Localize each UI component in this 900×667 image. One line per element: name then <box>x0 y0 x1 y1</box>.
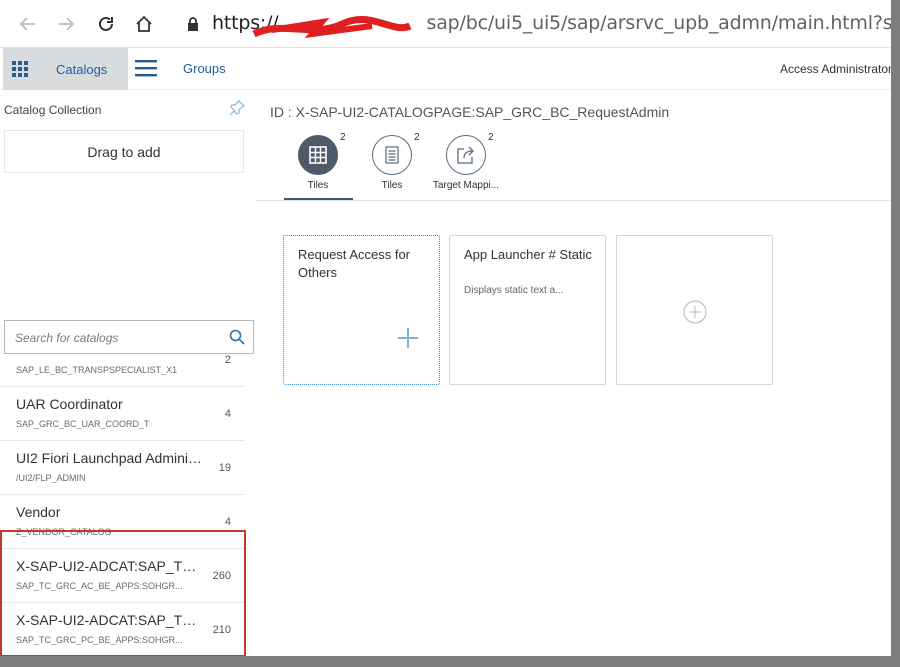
catalog-list-item[interactable]: UAR Coordinator SAP_GRC_BC_UAR_COORD_T 4 <box>0 387 245 441</box>
catalogs-label: Catalogs <box>56 61 108 77</box>
catalog-count: 19 <box>218 462 231 474</box>
list-icon <box>372 135 412 175</box>
share-icon <box>446 135 486 175</box>
add-icon <box>398 328 418 348</box>
catalog-id: SAP_LE_BC_TRANSPSPECIALIST_X1 <box>16 365 178 375</box>
back-arrow-icon[interactable] <box>14 10 42 38</box>
catalog-count: 4 <box>224 408 231 420</box>
tab-tiles-list[interactable]: 2 Tiles <box>354 132 430 202</box>
catalog-list-item[interactable]: Vendor Z_VENDOR_CATALOG 4 <box>0 495 245 549</box>
groups-button[interactable]: Groups <box>183 61 226 76</box>
redaction-scribble <box>252 16 412 38</box>
lock-icon <box>188 17 198 31</box>
plus-circle-icon <box>683 300 707 324</box>
tab-separator <box>255 200 891 201</box>
catalog-count: 2 <box>224 355 231 366</box>
browser-window: https://sap/bc/ui5_ui5/sap/arsrvc_upb_ad… <box>0 0 891 656</box>
catalog-title: UI2 Fiori Launchpad Administ... <box>16 450 206 466</box>
catalog-list-item[interactable]: X-SAP-UI2-ADCAT:SAP_TC_... SAP_TC_GRC_AC… <box>0 549 245 603</box>
tile-request-access[interactable]: Request Access for Others <box>283 235 440 385</box>
catalog-id: SAP_TC_GRC_AC_BE_APPS:SOHGR... <box>16 581 183 591</box>
app-grid-icon <box>12 61 28 77</box>
catalog-search-input[interactable]: Search for catalogs <box>4 320 254 354</box>
tab-label: Tiles <box>381 180 403 191</box>
catalogs-button[interactable]: Catalogs <box>3 48 128 90</box>
catalog-title: Vendor <box>16 504 61 520</box>
catalog-list-item[interactable]: UI2 Fiori Launchpad Administ... /UI2/FLP… <box>0 441 245 495</box>
tab-count: 2 <box>488 132 494 143</box>
tile-title: Request Access for Others <box>298 247 410 280</box>
tab-count: 2 <box>340 132 346 143</box>
drag-to-add-label: Drag to add <box>87 143 161 160</box>
page-id: ID : X-SAP-UI2-CATALOGPAGE:SAP_GRC_BC_Re… <box>270 104 670 120</box>
tab-tiles-active[interactable]: 2 Tiles <box>280 132 356 202</box>
tab-count: 2 <box>414 132 420 143</box>
catalog-list-item[interactable]: SAP_LE_BC_TRANSPSPECIALIST_X1 2 <box>0 355 245 387</box>
search-icon[interactable] <box>229 329 245 345</box>
tiles-grid-icon <box>298 135 338 175</box>
catalog-panel: Catalog Collection Drag to add SAP_LE_BC… <box>0 90 255 656</box>
catalog-id: /UI2/FLP_ADMIN <box>16 473 86 483</box>
browser-toolbar: https://sap/bc/ui5_ui5/sap/arsrvc_upb_ad… <box>0 0 891 48</box>
catalog-title: X-SAP-UI2-ADCAT:SAP_TC_... <box>16 612 206 628</box>
shell-header: Catalogs Groups Access Administrator ( <box>0 48 891 90</box>
drag-to-add-area[interactable]: Drag to add <box>4 130 244 173</box>
catalog-title: UAR Coordinator <box>16 396 123 412</box>
tile-app-launcher[interactable]: App Launcher # Static Displays static te… <box>449 235 606 385</box>
url-path: sap/bc/ui5_ui5/sap/arsrvc_upb_admn/main.… <box>426 12 891 34</box>
catalog-collection-title: Catalog Collection <box>4 103 102 117</box>
catalog-id: SAP_TC_GRC_PC_BE_APPS:SOHGR... <box>16 635 183 645</box>
home-icon[interactable] <box>130 10 158 38</box>
tab-label: Target Mappi... <box>432 180 500 191</box>
menu-icon[interactable] <box>135 58 157 78</box>
pin-icon[interactable] <box>229 100 245 116</box>
catalog-list-item[interactable]: X-SAP-UI2-ADCAT:SAP_TC_... SAP_TC_GRC_PC… <box>0 603 245 656</box>
tile-title: App Launcher # Static <box>464 247 592 262</box>
catalog-count: 4 <box>224 516 231 528</box>
user-menu[interactable]: Access Administrator ( <box>780 62 891 76</box>
catalog-list: SAP_LE_BC_TRANSPSPECIALIST_X1 2 UAR Coor… <box>0 355 245 656</box>
catalog-title: X-SAP-UI2-ADCAT:SAP_TC_... <box>16 558 206 574</box>
tile-subtitle: Displays static text a... <box>464 285 564 296</box>
catalog-count: 210 <box>212 624 231 636</box>
tab-target-mapping[interactable]: 2 Target Mappi... <box>428 132 504 202</box>
catalog-id: Z_VENDOR_CATALOG <box>16 527 112 537</box>
forward-arrow-icon[interactable] <box>52 10 80 38</box>
catalog-page: ID : X-SAP-UI2-CATALOGPAGE:SAP_GRC_BC_Re… <box>255 90 891 656</box>
tab-label: Tiles <box>307 180 329 191</box>
add-tile-button[interactable] <box>616 235 773 385</box>
catalog-count: 260 <box>212 570 231 582</box>
reload-icon[interactable] <box>92 10 120 38</box>
catalog-id: SAP_GRC_BC_UAR_COORD_T <box>16 419 150 429</box>
search-placeholder: Search for catalogs <box>15 331 119 345</box>
